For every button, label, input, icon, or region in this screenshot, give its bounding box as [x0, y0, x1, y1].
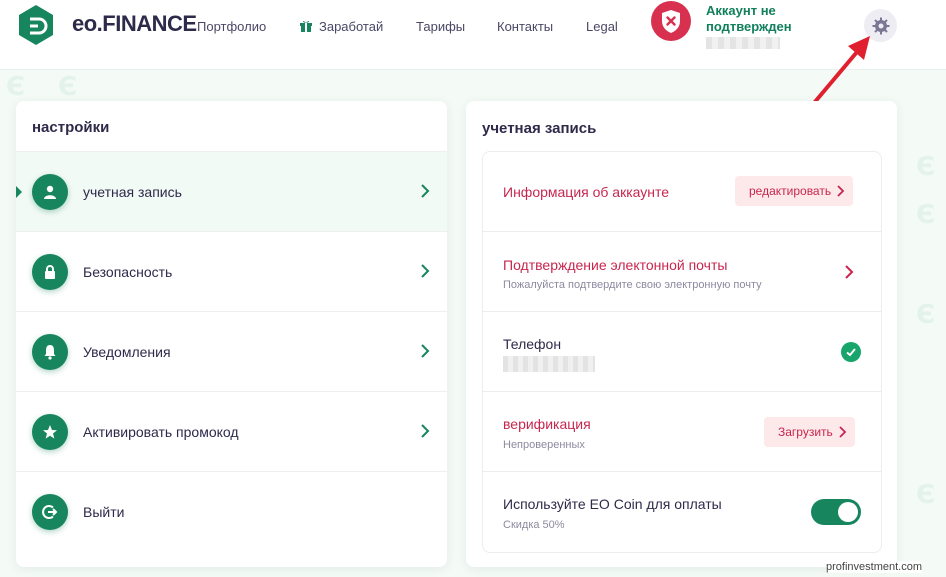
verified-check-icon	[841, 342, 861, 362]
phone-number-blurred	[503, 356, 595, 372]
nav-contacts[interactable]: Контакты	[497, 19, 553, 34]
menu-item-account[interactable]: учетная запись	[16, 151, 447, 231]
account-id-blurred	[706, 37, 780, 49]
bell-icon	[32, 334, 68, 370]
menu-item-security[interactable]: Безопасность	[16, 231, 447, 311]
eo-coin-toggle[interactable]	[811, 499, 861, 525]
watermark-logo: Є	[58, 72, 78, 102]
phone-title: Телефон	[503, 336, 562, 352]
menu-label: учетная запись	[83, 184, 182, 200]
account-info-title: Информация об аккаунте	[503, 184, 670, 200]
watermark-logo: Є	[6, 72, 26, 102]
chevron-right-icon[interactable]	[844, 265, 854, 279]
chevron-right-icon	[421, 264, 430, 278]
menu-item-logout[interactable]: Выйти	[16, 471, 447, 551]
chevron-right-icon	[839, 426, 847, 438]
nav-earn[interactable]: Заработай	[319, 19, 383, 34]
edit-button-label: редактировать	[749, 184, 832, 198]
menu-label: Выйти	[83, 504, 125, 520]
eo-coin-title: Используйте EO Coin для оплаты	[503, 496, 722, 512]
watermark-logo: Є	[916, 300, 936, 330]
chevron-right-icon	[421, 344, 430, 358]
watermark-logo: Є	[916, 480, 936, 510]
eo-coin-discount: Скидка 50%	[503, 519, 565, 531]
account-title: учетная запись	[482, 120, 597, 137]
lock-icon	[32, 254, 68, 290]
nav-tariffs[interactable]: Тарифы	[416, 19, 465, 34]
menu-label: Уведомления	[83, 344, 171, 360]
phone-row: Телефон	[483, 312, 881, 392]
nav-legal[interactable]: Legal	[586, 19, 618, 34]
email-confirm-row[interactable]: Подтверждение электонной почты Пожалуйст…	[483, 232, 881, 312]
chevron-right-icon	[837, 185, 845, 197]
menu-item-notifications[interactable]: Уведомления	[16, 311, 447, 391]
menu-label: Безопасность	[83, 264, 173, 280]
star-icon	[32, 414, 68, 450]
logout-icon	[32, 494, 68, 530]
menu-item-promo[interactable]: Активировать промокод	[16, 391, 447, 471]
menu-label: Активировать промокод	[83, 424, 239, 440]
upload-button-label: Загрузить	[778, 425, 833, 439]
verification-status: Непроверенных	[503, 439, 585, 451]
unverified-shield-icon[interactable]	[650, 0, 692, 42]
watermark-domain: profinvestment.com	[826, 561, 922, 573]
upload-button[interactable]: Загрузить	[764, 417, 855, 447]
settings-title: настройки	[32, 119, 110, 136]
nav-portfolio[interactable]: Портфолио	[197, 19, 266, 34]
verification-title: верификация	[503, 416, 591, 432]
settings-menu-card: настройки учетная запись Безопасность Ув…	[16, 101, 447, 567]
account-details: Информация об аккаунте редактировать Под…	[482, 151, 882, 553]
chevron-right-icon	[421, 424, 430, 438]
toggle-knob	[838, 502, 858, 522]
gift-icon	[300, 20, 312, 32]
logo-text[interactable]: eo.FINANCE	[72, 11, 197, 37]
watermark-logo: Є	[916, 200, 936, 230]
watermark-logo: Є	[916, 152, 936, 182]
email-confirm-title: Подтверждение электонной почты	[503, 257, 728, 273]
verification-row: верификация Непроверенных Загрузить	[483, 392, 881, 472]
account-card: учетная запись Информация об аккаунте ре…	[466, 101, 897, 567]
user-icon	[32, 174, 68, 210]
eo-coin-row: Используйте EO Coin для оплаты Скидка 50…	[483, 472, 881, 552]
chevron-right-icon	[421, 184, 430, 198]
logo-icon[interactable]	[16, 4, 56, 46]
account-info-row: Информация об аккаунте редактировать	[483, 152, 881, 232]
edit-button[interactable]: редактировать	[735, 176, 854, 206]
email-confirm-sub: Пожалуйста подтвердите свою электронную …	[503, 279, 762, 291]
active-marker	[16, 186, 22, 198]
